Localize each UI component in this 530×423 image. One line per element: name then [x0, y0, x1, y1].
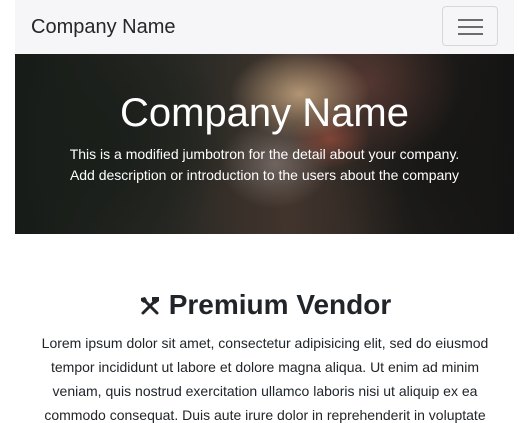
hamburger-menu-icon: [458, 19, 483, 35]
section-body: Lorem ipsum dolor sit amet, consectetur …: [18, 331, 512, 423]
page: Company Name Company Name This is a modi…: [0, 0, 530, 423]
section-body-line: commodo consequat. Duis aute irure dolor…: [44, 407, 486, 423]
jumbotron-description-line: Add description or introduction to the u…: [69, 167, 460, 183]
jumbotron-description: This is a modified jumbotron for the det…: [15, 144, 514, 186]
section-body-line: tempor incididunt ut labore et dolore ma…: [50, 359, 479, 375]
section-title-text: Premium Vendor: [168, 289, 392, 320]
jumbotron-description-line: This is a modified jumbotron for the det…: [69, 146, 460, 162]
navbar-toggler-button[interactable]: [442, 6, 498, 46]
section-body-line: Lorem ipsum dolor sit amet, consectetur …: [41, 335, 489, 351]
jumbotron-hero: Company Name This is a modified jumbotro…: [15, 54, 514, 234]
navbar: Company Name: [15, 0, 514, 54]
jumbotron-title: Company Name: [119, 91, 409, 135]
navbar-brand[interactable]: Company Name: [31, 14, 176, 40]
section-body-line: veniam, quis nostrud exercitation ullamc…: [52, 383, 478, 399]
section-title: Premium Vendor: [0, 286, 530, 327]
tools-icon: [139, 289, 161, 327]
